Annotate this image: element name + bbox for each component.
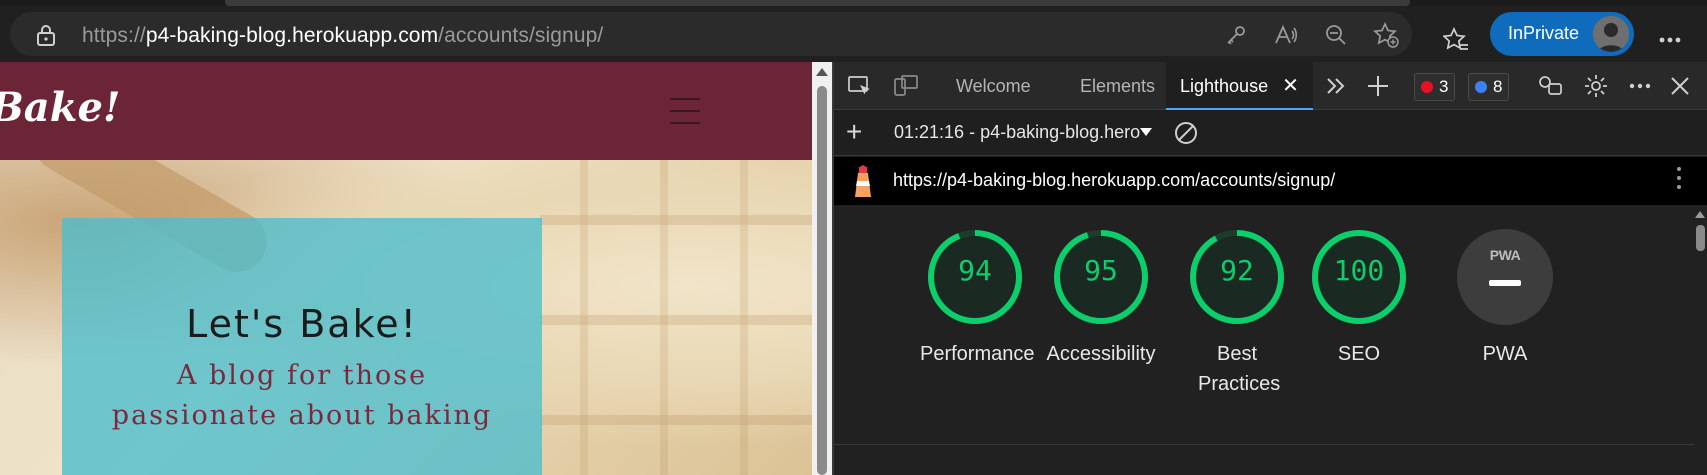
- tab-elements[interactable]: Elements: [1080, 62, 1155, 110]
- tab-welcome[interactable]: Welcome: [956, 62, 1031, 110]
- score-label: Performance: [920, 343, 1035, 365]
- pwa-badge: PWA: [1457, 229, 1553, 325]
- gauge-seo[interactable]: 100 SEO: [1304, 229, 1414, 369]
- devtools-more-icon[interactable]: [1624, 70, 1656, 102]
- issue-icon: [1475, 81, 1487, 93]
- browser-toolbar: https://p4-baking-blog.herokuapp.com/acc…: [0, 6, 1707, 62]
- url-scheme: https://: [82, 24, 146, 47]
- score-value: 100: [1333, 254, 1385, 287]
- gauge-pwa[interactable]: PWA PWA: [1450, 229, 1560, 369]
- score-value: 92: [1220, 254, 1254, 287]
- hamburger-menu-icon[interactable]: [670, 98, 700, 124]
- hero-subtitle: A blog for those passionate about baking: [62, 356, 542, 436]
- hero-subtitle-line1: A blog for those: [176, 360, 428, 391]
- page-viewport: Bake! Let's Bake! A blog for those passi…: [0, 62, 812, 475]
- lighthouse-scores: 94 Performance 95 Accessibility 92 Best …: [834, 205, 1707, 475]
- pwa-dash-icon: [1489, 280, 1521, 286]
- close-tab-icon[interactable]: ✕: [1282, 75, 1299, 97]
- gauge-accessibility[interactable]: 95 Accessibility: [1046, 229, 1156, 369]
- avatar: [1593, 16, 1629, 52]
- favorites-icon[interactable]: [1440, 24, 1472, 56]
- new-report-icon[interactable]: +: [846, 118, 862, 146]
- scroll-up-arrow-icon[interactable]: [816, 68, 828, 76]
- devtools-tab-bar: Welcome Elements Lighthouse ✕ 3 8: [834, 62, 1707, 110]
- inprivate-label: InPrivate: [1508, 23, 1580, 43]
- issues-badge[interactable]: 8: [1468, 73, 1510, 101]
- report-menu-icon[interactable]: [1677, 167, 1681, 189]
- inprivate-button[interactable]: InPrivate: [1490, 12, 1634, 56]
- scroll-up-arrow-icon[interactable]: [1695, 211, 1705, 218]
- hero-subtitle-line2: passionate about baking: [111, 400, 493, 431]
- score-label: PWA: [1482, 343, 1528, 365]
- gauge-performance[interactable]: 94 Performance: [920, 229, 1035, 369]
- feedback-icon[interactable]: [1534, 70, 1566, 102]
- errors-count: 3: [1439, 77, 1449, 96]
- score-label: SEO: [1337, 343, 1381, 365]
- close-devtools-icon[interactable]: [1664, 70, 1696, 102]
- url-host: p4-baking-blog.herokuapp.com: [145, 24, 439, 47]
- error-icon: [1421, 81, 1433, 93]
- lighthouse-icon: [850, 165, 876, 204]
- url-path: /accounts/signup/: [438, 24, 604, 47]
- lighthouse-url: https://p4-baking-blog.herokuapp.com/acc…: [893, 170, 1336, 190]
- report-dropdown-icon[interactable]: [1140, 128, 1152, 136]
- devtools-scrollbar[interactable]: [1693, 205, 1707, 475]
- key-icon[interactable]: [1220, 19, 1252, 51]
- lock-icon[interactable]: [36, 24, 56, 46]
- pie-lattice-image: [540, 160, 812, 475]
- score-value: 95: [1084, 254, 1118, 287]
- address-bar[interactable]: https://p4-baking-blog.herokuapp.com/acc…: [10, 12, 1412, 56]
- pwa-badge-text: PWA: [1489, 247, 1521, 263]
- scroll-thumb[interactable]: [817, 86, 827, 475]
- devtools-panel: Welcome Elements Lighthouse ✕ 3 8 + 01:21…: [834, 62, 1707, 475]
- scroll-thumb[interactable]: [1696, 225, 1705, 251]
- lighthouse-toolbar: + 01:21:16 - p4-baking-blog.herokuapp.co…: [834, 110, 1707, 156]
- errors-badge[interactable]: 3: [1414, 73, 1456, 101]
- device-emulation-icon[interactable]: [890, 70, 922, 102]
- settings-gear-icon[interactable]: [1580, 70, 1612, 102]
- lighthouse-url-bar: https://p4-baking-blog.herokuapp.com/acc…: [834, 157, 1707, 205]
- issues-count: 8: [1493, 77, 1503, 96]
- zoom-out-icon[interactable]: [1320, 19, 1352, 51]
- score-label: Best Practices: [1198, 343, 1281, 395]
- add-favorite-icon[interactable]: [1370, 19, 1402, 51]
- url-text[interactable]: https://p4-baking-blog.herokuapp.com/acc…: [82, 24, 603, 48]
- inspect-element-icon[interactable]: [844, 70, 876, 102]
- scores-divider: [834, 444, 1694, 445]
- tab-lighthouse[interactable]: Lighthouse ✕: [1166, 62, 1313, 110]
- gauge-best-practices[interactable]: 92 Best Practices: [1182, 229, 1292, 399]
- read-aloud-icon[interactable]: [1270, 19, 1302, 51]
- report-select[interactable]: 01:21:16 - p4-baking-blog.herokuapp.com: [894, 122, 1140, 143]
- score-value: 94: [958, 254, 992, 287]
- hero-title: Let's Bake!: [186, 302, 418, 346]
- page-scrollbar[interactable]: [812, 62, 832, 475]
- add-tab-icon[interactable]: [1362, 70, 1394, 102]
- more-menu-icon[interactable]: [1654, 24, 1686, 56]
- tab-lighthouse-label: Lighthouse: [1180, 76, 1269, 96]
- hero-card: Let's Bake! A blog for those passionate …: [62, 218, 542, 475]
- more-tabs-chevron-icon[interactable]: [1320, 70, 1352, 102]
- score-label: Accessibility: [1046, 343, 1156, 365]
- site-logo[interactable]: Bake!: [0, 84, 120, 131]
- site-header: Bake!: [0, 62, 812, 160]
- clear-all-icon[interactable]: [1174, 121, 1198, 150]
